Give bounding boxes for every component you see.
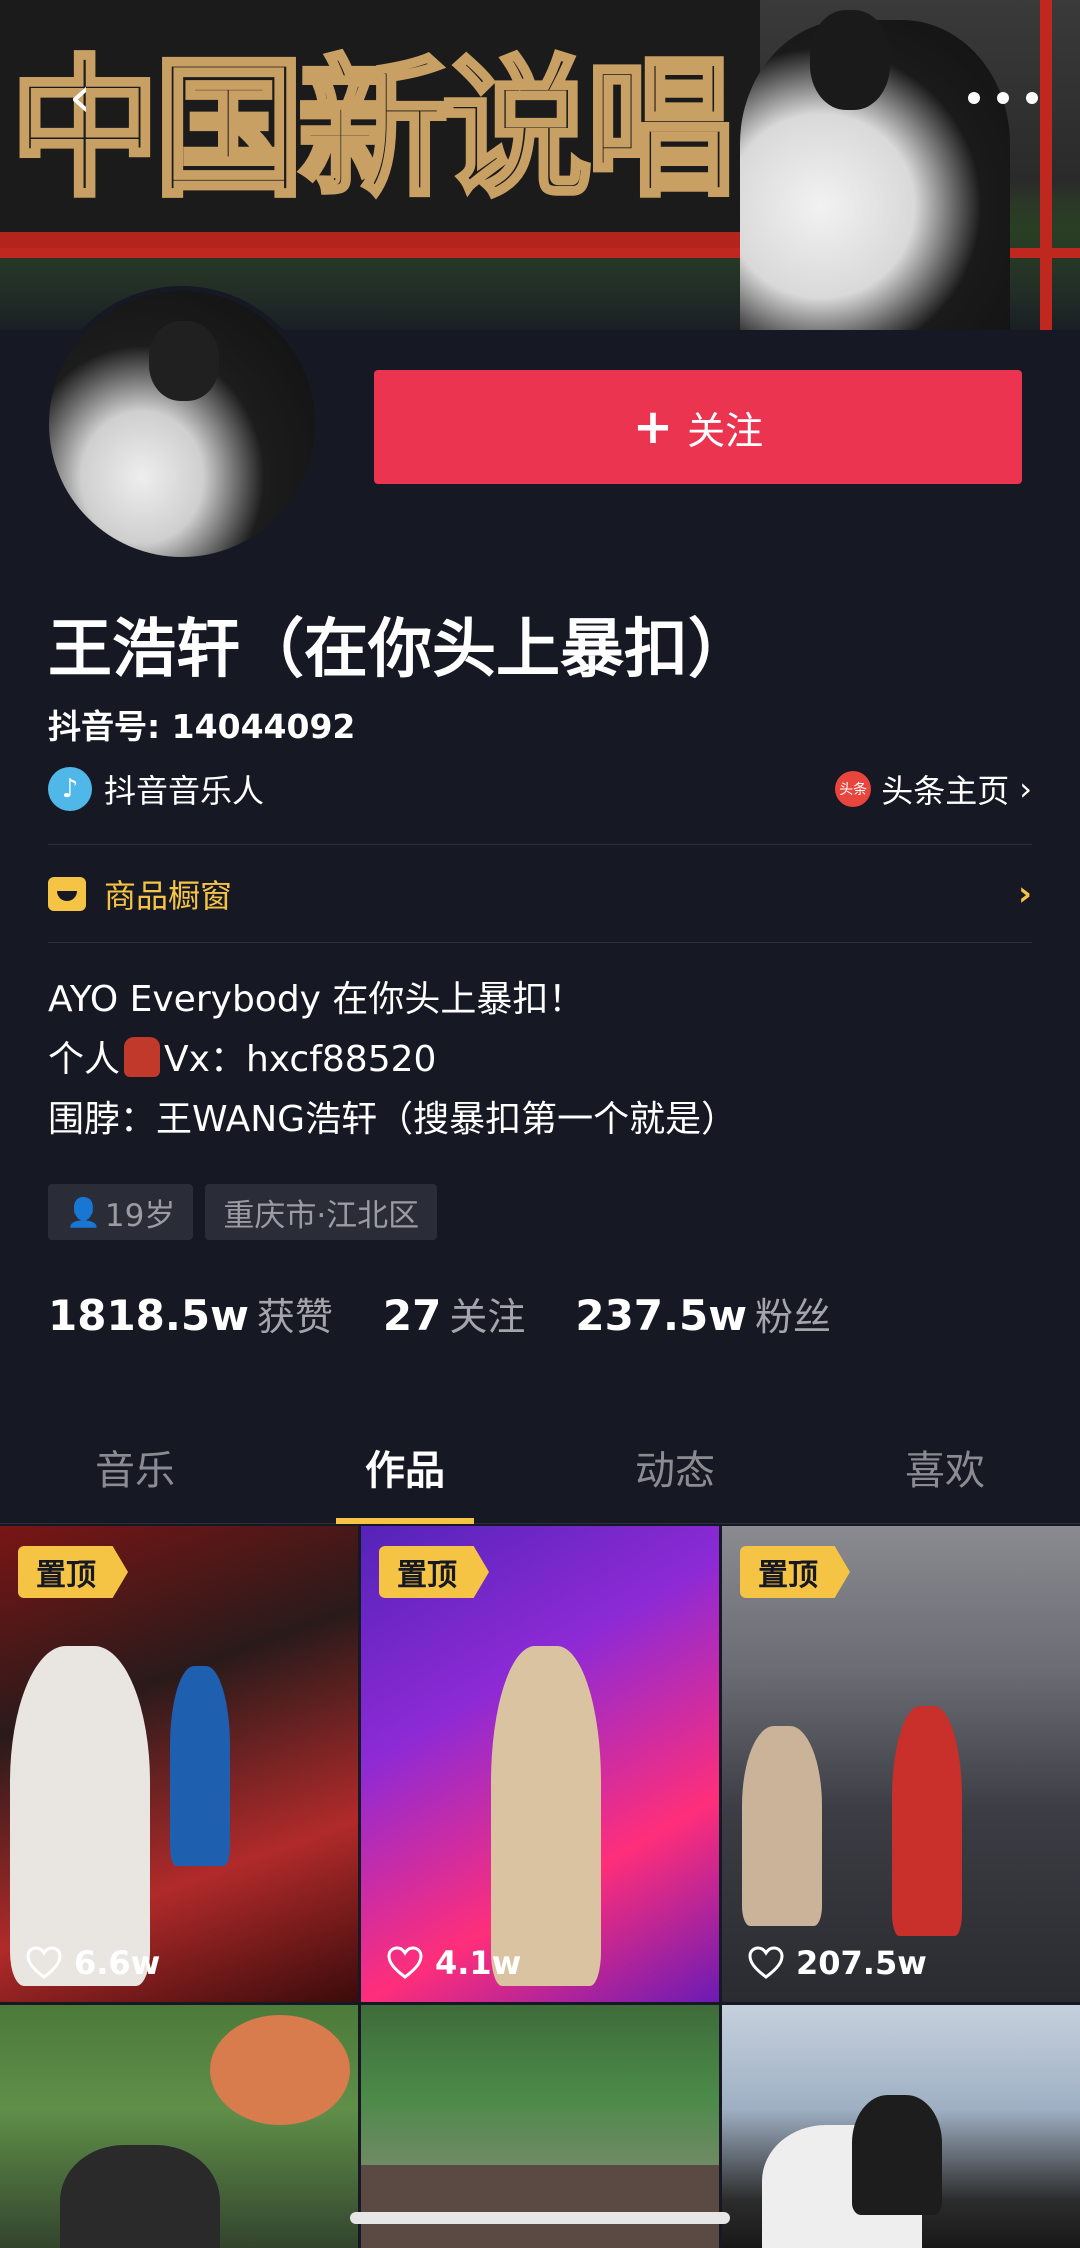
chevron-right-icon: › — [1019, 770, 1032, 808]
chevron-right-icon: › — [1017, 874, 1032, 914]
following-label: 关注 — [449, 1295, 526, 1339]
backpack-icon — [124, 1037, 161, 1077]
location-label: 重庆市·江北区 — [223, 1197, 420, 1234]
follow-label: 关注 — [687, 408, 764, 453]
music-note-icon: ♪ — [48, 767, 92, 811]
fans-count: 237.5w — [575, 1291, 748, 1340]
shop-icon — [48, 877, 86, 911]
fans-label: 粉丝 — [755, 1295, 832, 1339]
crowd-shape — [361, 2165, 719, 2248]
profile-name: 王浩轩（在你头上暴扣） — [48, 613, 752, 687]
likes-count: 4.1w — [435, 1944, 522, 1982]
video-likes: 6.6w — [26, 1944, 160, 1982]
chevron-left-icon[interactable]: ‹ — [50, 68, 110, 128]
thumbnail-figure — [491, 1646, 601, 1986]
banner-sign: 中国新说唱 — [0, 0, 760, 250]
follow-button[interactable]: + 关注 — [374, 370, 1022, 484]
divider — [48, 942, 1032, 943]
age-label: 19岁 — [104, 1197, 176, 1234]
thumbnail-figure — [60, 2145, 220, 2248]
video-thumbnail[interactable] — [722, 2005, 1080, 2248]
musician-badge[interactable]: ♪ 抖音音乐人 — [48, 766, 264, 812]
dot — [968, 92, 980, 104]
person-icon: 👤 — [66, 1195, 101, 1229]
thumbnail-figure — [10, 1646, 150, 1986]
toutiao-label: 头条主页 — [881, 772, 1010, 810]
following-stat[interactable]: 27 关注 — [383, 1286, 525, 1341]
toutiao-icon: 头条 — [835, 771, 872, 807]
thumbnail-figure — [852, 2095, 942, 2215]
profile-stats: 1818.5w 获赞 27 关注 237.5w 粉丝 — [48, 1286, 881, 1341]
likes-count: 207.5w — [796, 1944, 927, 1982]
pinned-badge: 置顶 — [740, 1546, 850, 1598]
likes-count: 1818.5w — [48, 1291, 249, 1340]
video-thumbnail[interactable] — [0, 2005, 358, 2248]
shop-window-row[interactable]: 商品橱窗 › — [48, 866, 1032, 922]
thumbnail-figure — [742, 1726, 822, 1926]
tab-dynamics[interactable]: 动态 — [540, 1410, 810, 1523]
video-likes: 207.5w — [748, 1944, 927, 1982]
tag-row: ♪ 抖音音乐人 头条 头条主页 › — [48, 762, 1032, 816]
toutiao-homepage-link[interactable]: 头条 头条主页 › — [835, 766, 1032, 812]
banner-sign-text: 中国新说唱 — [7, 38, 738, 219]
tab-likes[interactable]: 喜欢 — [810, 1410, 1080, 1523]
likes-stat[interactable]: 1818.5w 获赞 — [48, 1286, 333, 1341]
douyin-id: 抖音号: 14044092 — [48, 707, 356, 746]
more-dots-icon[interactable] — [968, 78, 1038, 118]
tab-music[interactable]: 音乐 — [0, 1410, 270, 1523]
video-grid: 置顶 6.6w 置顶 4.1w 置顶 207.5w — [0, 1526, 1080, 2248]
bio-text: 个人 — [48, 1039, 121, 1080]
likes-count: 6.6w — [74, 1944, 161, 1982]
thumbnail-figure — [170, 1666, 230, 1866]
bio: AYO Everybody 在你头上暴扣！ 个人 Vx：hxcf88520 围脖：… — [48, 970, 1032, 1150]
info-chips: 👤 19岁 重庆市·江北区 — [48, 1184, 438, 1240]
thumbnail-figure — [892, 1706, 962, 1936]
divider — [48, 844, 1032, 845]
age-chip: 👤 19岁 — [48, 1184, 194, 1240]
fans-stat[interactable]: 237.5w 粉丝 — [575, 1286, 831, 1341]
banner-pole — [1040, 0, 1052, 330]
video-thumbnail[interactable]: 置顶 6.6w — [0, 1526, 358, 2002]
avatar[interactable] — [44, 286, 320, 562]
avatar-image — [49, 291, 315, 557]
pinned-badge: 置顶 — [18, 1546, 128, 1598]
location-chip: 重庆市·江北区 — [205, 1184, 438, 1240]
home-indicator[interactable] — [350, 2212, 730, 2224]
heart-icon — [387, 1946, 423, 1980]
likes-label: 获赞 — [256, 1295, 333, 1339]
tab-works[interactable]: 作品 — [270, 1410, 540, 1524]
dot — [1026, 92, 1038, 104]
musician-badge-label: 抖音音乐人 — [104, 772, 265, 810]
profile-tabs: 音乐 作品 动态 喜欢 — [0, 1410, 1080, 1524]
video-thumbnail[interactable]: 置顶 4.1w — [361, 1526, 719, 2002]
shop-window-label: 商品橱窗 — [104, 877, 233, 915]
pinned-badge: 置顶 — [379, 1546, 489, 1598]
banner-person-head — [810, 10, 890, 110]
bio-line: AYO Everybody 在你头上暴扣！ — [48, 979, 585, 1020]
video-thumbnail[interactable]: 置顶 207.5w — [722, 1526, 1080, 2002]
dot — [997, 92, 1009, 104]
following-count: 27 — [382, 1291, 442, 1340]
profile-cover-image: 中国新说唱 — [0, 0, 1080, 330]
bio-text: Vx：hxcf88520 — [164, 1039, 437, 1080]
video-likes: 4.1w — [387, 1944, 521, 1982]
heart-icon — [26, 1946, 62, 1980]
plus-icon: + — [632, 399, 674, 455]
basketball-shape — [210, 2015, 350, 2125]
heart-icon — [748, 1946, 784, 1980]
bio-line: 个人 Vx：hxcf88520 — [48, 1030, 1032, 1090]
bio-line: 围脖：王WANG浩轩（搜暴扣第一个就是） — [48, 1099, 738, 1140]
